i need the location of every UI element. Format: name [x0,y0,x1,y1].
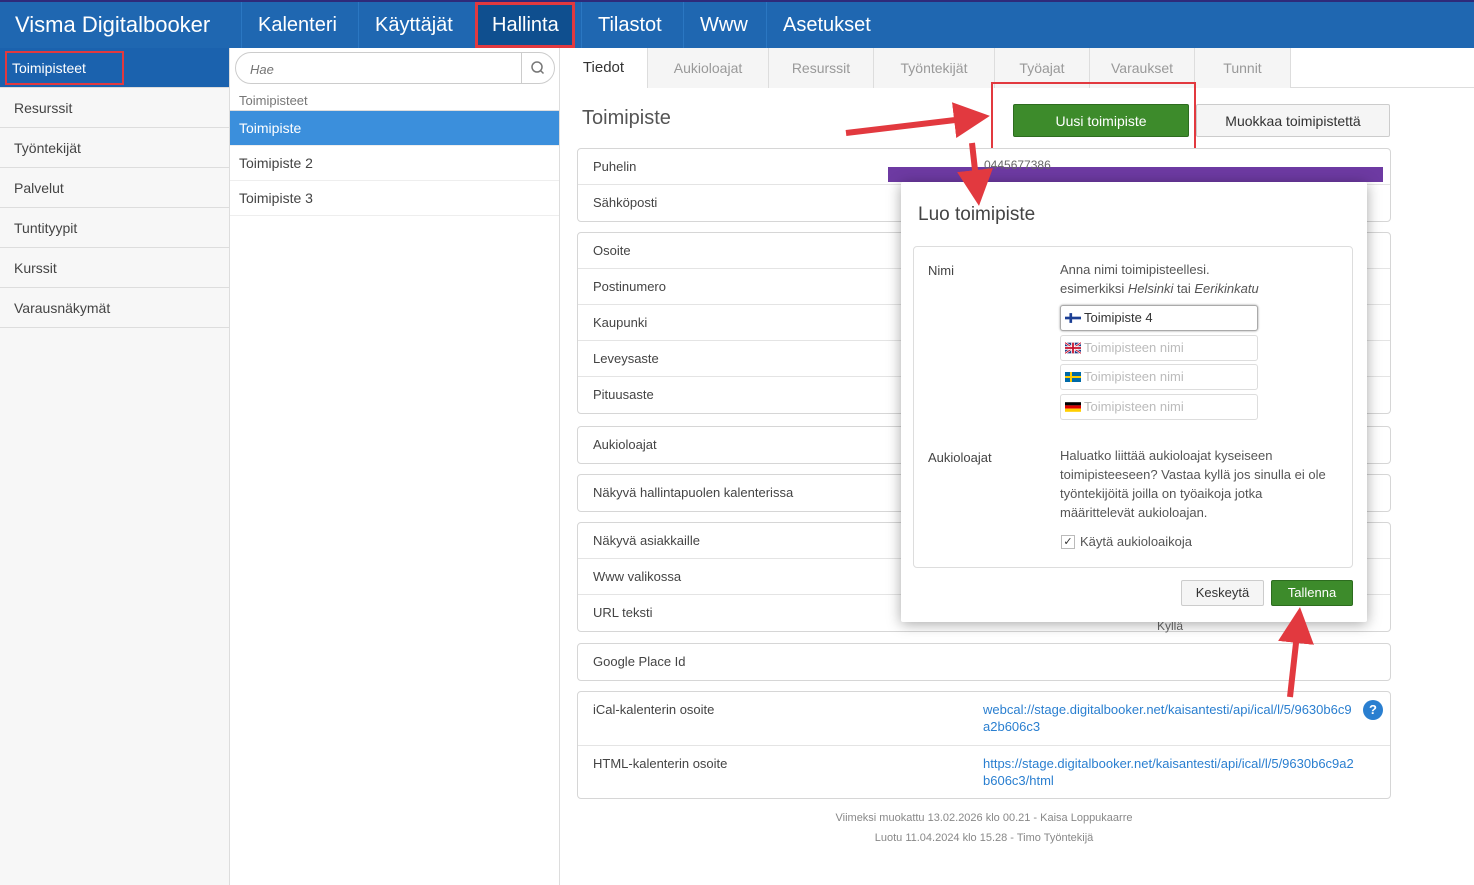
html-link[interactable]: https://stage.digitalbooker.net/kaisante… [983,755,1358,789]
sidebar-item-toimipisteet[interactable]: Toimipisteet [0,48,229,88]
background-overlay-bar [888,167,1383,182]
field-row: Google Place Id [593,654,686,669]
save-button[interactable]: Tallenna [1271,580,1353,606]
name-help-text: tai [1173,281,1195,296]
swedish-flag-icon [1065,372,1081,382]
tab-tyontekijat[interactable]: Työntekijät [874,48,995,88]
name-example-1: Helsinki [1127,281,1174,296]
modified-info: Viimeksi muokattu 13.02.2026 klo 00.21 -… [835,812,1133,824]
name-field-en-placeholder: Toimipisteen nimi [1084,340,1184,355]
html-row: HTML-kalenterin osoite https://stage.dig… [578,746,1390,798]
nav-www[interactable]: Www [683,2,764,48]
tab-tiedot[interactable]: Tiedot [560,48,648,88]
name-field-en[interactable]: Toimipisteen nimi [1060,335,1258,361]
finnish-flag-icon [1065,313,1081,323]
html-label: HTML-kalenterin osoite [593,756,728,771]
arrow-to-new-button [845,102,990,139]
search-input[interactable] [250,59,510,79]
sidebar-item-kurssit[interactable]: Kurssit [0,248,229,288]
name-help-line-2: esimerkiksi Helsinki tai Eerikinkatu [1060,279,1259,298]
uk-flag-icon [1065,342,1081,354]
use-opening-hours-checkbox[interactable]: ✓ [1061,535,1075,549]
help-icon[interactable]: ? [1363,700,1383,720]
name-field-fi[interactable]: Toimipiste 4 [1060,305,1258,331]
brand-logo[interactable]: Visma Digitalbooker [15,12,210,38]
ical-row: iCal-kalenterin osoite webcal://stage.di… [578,692,1390,746]
opening-hours-help: Haluatko liittää aukioloajat kyseiseen t… [1060,448,1326,520]
name-help-text: esimerkiksi [1060,281,1128,296]
name-field-fi-value: Toimipiste 4 [1084,310,1153,325]
checkmark-icon: ✓ [1063,536,1073,548]
calendar-links-group: iCal-kalenterin osoite webcal://stage.di… [577,691,1391,799]
sidebar-item-label: Toimipisteet [5,51,124,85]
name-field-sv[interactable]: Toimipisteen nimi [1060,364,1258,390]
ical-label: iCal-kalenterin osoite [593,702,715,717]
nav-kalenteri[interactable]: Kalenteri [241,2,353,48]
tab-aukioloajat[interactable]: Aukioloajat [648,48,769,88]
search-button[interactable] [521,53,554,83]
sidebar-item-tyontekijat[interactable]: Työntekijät [0,128,229,168]
sidebar-item-palvelut[interactable]: Palvelut [0,168,229,208]
create-location-dialog: Luo toimipiste Nimi Anna nimi toimipiste… [901,182,1367,622]
tab-resurssit[interactable]: Resurssit [769,48,874,88]
edit-location-button[interactable]: Muokkaa toimipistettä [1196,104,1390,137]
name-help: Anna nimi toimipisteellesi. esimerkiksi … [1060,260,1259,298]
list-heading: Toimipisteet [230,91,559,111]
name-help-line-1: Anna nimi toimipisteellesi. [1060,262,1210,277]
admin-sidebar: Toimipisteet Resurssit Työntekijät Palve… [0,48,230,885]
nav-hallinta[interactable]: Hallinta [475,2,575,48]
use-opening-hours-label[interactable]: Käytä aukioloaikoja [1080,532,1192,551]
dialog-title: Luo toimipiste [918,204,1036,225]
cancel-button[interactable]: Keskeytä [1181,580,1264,606]
german-flag-icon [1065,402,1081,412]
name-field-sv-placeholder: Toimipisteen nimi [1084,369,1184,384]
list-item[interactable]: Toimipiste 3 [230,181,559,216]
google-place-group: Google Place Id [577,643,1391,681]
nav-kayttajat[interactable]: Käyttäjät [358,2,469,48]
phone-value-partial: 0445677386 [984,158,1051,172]
ical-link[interactable]: webcal://stage.digitalbooker.net/kaisant… [983,701,1358,735]
highlight-box [991,82,1196,154]
tab-tunnit[interactable]: Tunnit [1195,48,1291,88]
list-item[interactable]: Toimipiste 2 [230,146,559,181]
search-icon [531,61,545,75]
nav-asetukset[interactable]: Asetukset [766,2,887,48]
nav-tilastot[interactable]: Tilastot [581,2,678,48]
opening-hours-label: Aukioloajat [928,450,992,465]
name-label: Nimi [928,263,954,278]
name-example-2: Eerikinkatu [1194,281,1259,296]
list-item[interactable]: Toimipiste [230,111,559,146]
created-info: Luotu 11.04.2024 klo 15.28 - Timo Työnte… [874,832,1094,844]
sidebar-item-resurssit[interactable]: Resurssit [0,88,229,128]
page-title: Toimipiste [582,107,671,129]
sidebar-item-tuntityypit[interactable]: Tuntityypit [0,208,229,248]
sidebar-item-varausnakymat[interactable]: Varausnäkymät [0,288,229,328]
name-field-de[interactable]: Toimipisteen nimi [1060,394,1258,420]
top-navigation-bar: Visma Digitalbooker Kalenteri Käyttäjät … [0,0,1474,48]
dialog-body: Nimi Anna nimi toimipisteellesi. esimerk… [913,246,1353,568]
search-box [235,52,555,84]
location-list-panel: Toimipisteet Toimipiste Toimipiste 2 Toi… [230,48,560,885]
name-field-de-placeholder: Toimipisteen nimi [1084,399,1184,414]
